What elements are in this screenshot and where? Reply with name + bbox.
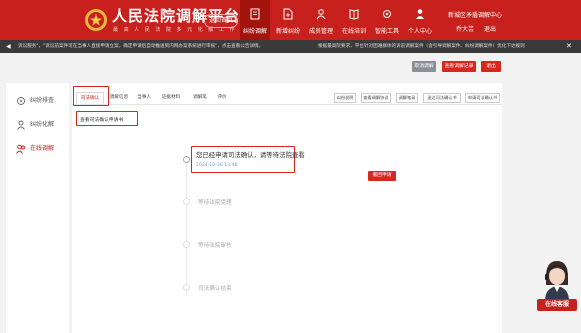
online-service-label[interactable]: 在线客服 — [537, 299, 577, 311]
site-subtitle: 最 高 人 民 法 院 多 元 化 解 工 作 平 台 — [113, 27, 258, 33]
customer-service-avatar-icon — [545, 261, 569, 301]
cancel-mediation-button[interactable]: 取消调解 — [412, 61, 436, 72]
home-button[interactable]: 返回首页 — [204, 14, 238, 28]
nav-online-training[interactable]: 在线培训 — [339, 0, 369, 40]
sidebar-item-label: 在线调解 — [30, 145, 55, 152]
nav-label: 智能工具 — [374, 28, 399, 35]
exit-button[interactable]: 退出 — [481, 61, 501, 72]
nav-label: 在线培训 — [341, 28, 366, 35]
view-application-link[interactable]: 查看司法确认申请书 — [80, 116, 123, 123]
tab-divider — [72, 104, 502, 105]
tools-icon — [383, 10, 391, 18]
sidebar-item-online-mediation[interactable]: 在线调解 — [6, 141, 69, 157]
notice-text[interactable]: 诉讼服务"，"诉讼前案件可在当事人直接申请立案，确定申请后自动推送到内网办案系统… — [18, 40, 263, 53]
logout-link[interactable]: 退出 — [484, 24, 496, 33]
tab-mediation-notes[interactable]: 调解笔 — [190, 92, 210, 104]
timeline-step: 等待法院受理 — [198, 200, 232, 206]
person-outline-icon — [17, 120, 25, 130]
nav-member-management[interactable]: 成员管理 — [306, 0, 336, 40]
nav-smart-tools[interactable]: 智能工具 — [372, 0, 402, 40]
document-icon — [250, 8, 260, 20]
search-target-icon — [17, 97, 25, 105]
tab-highlight-box — [73, 86, 109, 106]
deliver-confirmation-button[interactable]: 送达司法确认书 — [423, 93, 461, 103]
view-mediation-record-button[interactable]: 查看调解记录 — [442, 61, 476, 72]
speaker-icon: ◀ — [6, 43, 11, 50]
main-panel: 司法确认 调解信息 当事人 证据材料 调解笔 评价 纠纷说明 查看调解协议 调解… — [72, 83, 502, 333]
person-icon — [416, 9, 424, 19]
status-card: 您已经申请司法确认，请等待法院查看 2024-10-30 13:48 — [191, 146, 305, 173]
nav-dispute-mediation[interactable]: 纠纷调解 — [240, 0, 270, 40]
status-message: 您已经申请司法确认，请等待法院查看 — [196, 151, 305, 159]
add-document-icon — [283, 8, 293, 20]
court-emblem-icon — [85, 9, 107, 31]
timeline-line — [186, 156, 187, 296]
nav-personal-center[interactable]: 个人中心 — [405, 0, 435, 40]
timeline-step: 等待法院审核 — [198, 243, 232, 249]
timeline-dot — [183, 156, 190, 163]
close-icon[interactable]: ✕ — [566, 40, 572, 53]
nav-label: 成员管理 — [308, 28, 333, 35]
notice-bar: ◀ 诉讼服务"，"诉讼前案件可在当事人直接申请立案，确定申请后自动推送到内网办案… — [0, 40, 581, 53]
sidebar-item-label: 纠纷化解 — [30, 121, 55, 128]
tab-parties[interactable]: 当事人 — [134, 92, 154, 104]
notice-text-right[interactable]: 根据最高院要求，平台针对困难群体的诉前调解案件（含引导调解案件、纠纷调解案件）优… — [318, 40, 525, 53]
status-time: 2024-10-30 13:48 — [196, 163, 238, 168]
sidebar-item-dispute-screening[interactable]: 纠纷排查 — [6, 93, 69, 109]
dispute-description-button[interactable]: 纠纷说明 — [334, 93, 356, 103]
revoke-application-button[interactable]: 撤回申请 — [368, 171, 396, 181]
left-sidebar: 纠纷排查 纠纷化解 在线调解 — [6, 83, 69, 333]
apply-confirmation-button[interactable]: 申请司法确认书 — [465, 93, 500, 103]
nav-label: 新增纠纷 — [275, 28, 300, 35]
top-header: 人民法院调解平台 最 高 人 民 法 院 多 元 化 解 工 作 平 台 返回首… — [0, 0, 581, 40]
timeline-dot — [183, 241, 190, 248]
timeline-dot — [183, 284, 190, 291]
view-mediation-agreement-button[interactable]: 查看调解协议 — [361, 93, 391, 103]
tab-evaluation[interactable]: 评价 — [214, 92, 230, 104]
sidebar-item-label: 纠纷排查 — [30, 97, 55, 104]
mediation-notes-button[interactable]: 调解笔录 — [396, 93, 418, 103]
timeline-dot — [183, 198, 190, 205]
people-icon — [16, 144, 25, 154]
members-icon — [316, 9, 326, 20]
nav-label: 个人中心 — [407, 28, 432, 35]
book-icon — [349, 9, 359, 20]
tab-evidence[interactable]: 证据材料 — [160, 92, 182, 104]
user-organization: 新城区矛盾调解中心 — [448, 12, 503, 19]
timeline-step: 司法确认结束 — [198, 286, 232, 292]
online-service-widget[interactable]: 在线客服 — [537, 255, 577, 315]
tab-mediation-info[interactable]: 调解信息 — [108, 92, 130, 104]
sidebar-item-dispute-resolution[interactable]: 纠纷化解 — [6, 117, 69, 133]
user-name: 乔大芸 — [456, 26, 475, 33]
nav-add-dispute[interactable]: 新增纠纷 — [273, 0, 303, 40]
page: 人民法院调解平台 最 高 人 民 法 院 多 元 化 解 工 作 平 台 返回首… — [0, 0, 581, 333]
nav-label: 纠纷调解 — [242, 28, 267, 35]
